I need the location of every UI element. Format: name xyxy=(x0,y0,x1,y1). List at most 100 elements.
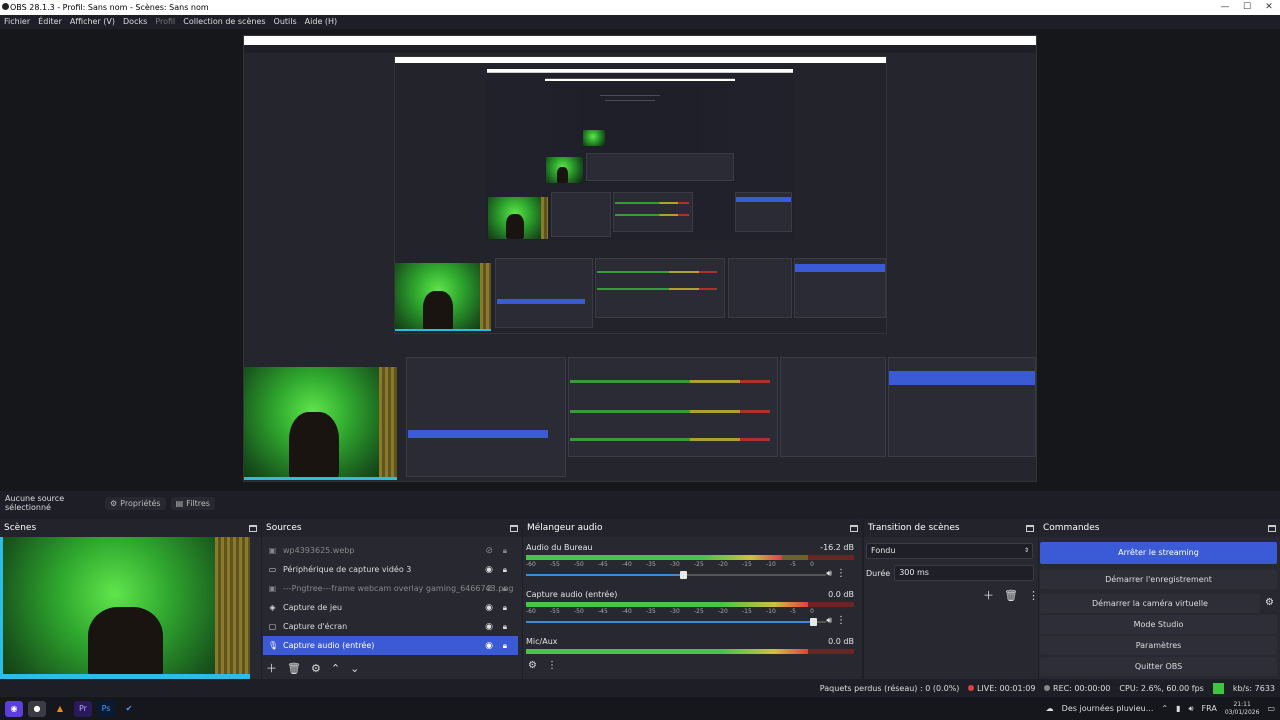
language-indicator[interactable]: FRA xyxy=(1202,704,1217,713)
menu-profil[interactable]: Profil xyxy=(151,15,179,29)
maximize-button[interactable]: ☐ xyxy=(1236,0,1258,15)
undock-icon[interactable] xyxy=(850,524,858,532)
meter-tick: -40 xyxy=(622,608,632,615)
meter-ticks: -60 -55 -50 -45 -40 -35 -30 -25 -20 -15 -10 -5 0 xyxy=(526,608,854,615)
level-meter xyxy=(526,649,854,654)
start-recording-button[interactable]: Démarrer l'enregistrement xyxy=(1040,570,1277,589)
lock-icon[interactable]: 🔒︎ xyxy=(503,603,507,613)
menu-fichier[interactable]: Fichier xyxy=(0,15,34,29)
move-down-icon[interactable]: ⌄ xyxy=(350,662,359,675)
notification-icon[interactable]: ▭ xyxy=(1267,704,1275,713)
battery-icon[interactable]: ▮ xyxy=(1176,704,1180,713)
source-item[interactable]: ▢ Capture d'écran ◉ 🔒︎ xyxy=(263,617,518,636)
move-up-icon[interactable]: ⌃ xyxy=(331,662,340,675)
menu-afficher[interactable]: Afficher (V) xyxy=(66,15,119,29)
menu-editer[interactable]: Éditer xyxy=(34,15,66,29)
eye-icon[interactable]: ◉ xyxy=(485,565,493,575)
eye-hidden-icon[interactable]: ⊘ xyxy=(485,546,493,556)
add-source-icon[interactable]: ＋ xyxy=(266,660,277,676)
source-label: Capture audio (entrée) xyxy=(283,641,375,650)
news-widget[interactable]: Des journées pluvieu... xyxy=(1062,704,1154,713)
lock-icon[interactable]: 🔒︎ xyxy=(503,641,507,651)
mixer-footer: ⚙ ⋮ xyxy=(528,660,557,671)
advanced-audio-icon[interactable]: ⚙ xyxy=(528,660,537,671)
transition-duration: Durée 300 ms xyxy=(866,565,1035,581)
source-properties-icon[interactable]: ⚙ xyxy=(311,662,321,675)
mixer-menu-icon[interactable]: ⋮ xyxy=(547,660,557,671)
properties-button[interactable]: ⚙ Propriétés xyxy=(105,496,166,510)
live-icon xyxy=(968,684,975,691)
minimize-button[interactable]: — xyxy=(1214,0,1236,15)
level-meter xyxy=(526,555,854,560)
transition-menu-icon[interactable]: ⋮ xyxy=(1028,589,1039,602)
scene-thumbnail[interactable] xyxy=(0,537,250,679)
transition-select[interactable]: Fondu ⇕ xyxy=(866,543,1033,559)
undock-icon[interactable] xyxy=(249,524,257,532)
volume-knob[interactable] xyxy=(679,571,687,579)
source-item-selected[interactable]: 🎙︎ Capture audio (entrée) ◉ 🔒︎ xyxy=(263,636,518,655)
menu-aide[interactable]: Aide (H) xyxy=(301,15,342,29)
volume-slider[interactable] xyxy=(526,571,826,579)
filters-label: Filtres xyxy=(186,498,210,508)
settings-button[interactable]: Paramètres xyxy=(1040,636,1277,655)
duration-input[interactable]: 300 ms xyxy=(894,565,1035,581)
dropped-frames: Paquets perdus (réseau) : 0 (0.0%) xyxy=(819,683,960,693)
photoshop-icon[interactable]: Ps xyxy=(97,700,115,717)
lock-icon[interactable]: 🔒︎ xyxy=(503,565,507,575)
meter-tick: 0 xyxy=(810,561,814,568)
eye-icon[interactable]: ◉ xyxy=(485,641,493,651)
meter-tick: -55 xyxy=(550,561,560,568)
add-transition-icon[interactable]: ＋ xyxy=(983,587,994,603)
virtual-camera-settings-icon[interactable]: ⚙ xyxy=(1265,597,1274,608)
source-item[interactable]: ▣ ---Pngtree---frame webcam overlay gami… xyxy=(263,579,518,598)
volume-icon[interactable]: 🔊︎ xyxy=(1188,704,1193,714)
undock-icon[interactable] xyxy=(510,524,518,532)
meter-tick: -5 xyxy=(790,561,796,568)
obs-taskbar-icon[interactable]: ● xyxy=(28,700,46,717)
menu-bar: Fichier Éditer Afficher (V) Docks Profil… xyxy=(0,15,1280,29)
meter-tick: -20 xyxy=(718,561,728,568)
speaker-icon[interactable]: 🔊︎ xyxy=(826,569,832,579)
app-icon[interactable]: ✔ xyxy=(120,701,138,717)
source-item[interactable]: ▣ wp4393625.webp ⊘ 🔒︎ xyxy=(263,541,518,560)
clock[interactable]: 21:11 03/01/2026 xyxy=(1225,701,1260,717)
more-options-icon[interactable]: ⋮ xyxy=(836,568,846,579)
eye-icon[interactable]: ◉ xyxy=(485,603,493,613)
studio-mode-button[interactable]: Mode Studio xyxy=(1040,615,1277,634)
remove-source-icon[interactable]: 🗑︎ xyxy=(287,662,301,675)
channel-db: -16.2 dB xyxy=(820,543,854,552)
exit-button[interactable]: Quitter OBS xyxy=(1040,657,1277,676)
menu-collection[interactable]: Collection de scènes xyxy=(179,15,269,29)
vlc-icon[interactable]: ▲ xyxy=(51,701,69,717)
stop-streaming-button[interactable]: Arrêter le streaming xyxy=(1040,542,1277,564)
tray-arrow-icon[interactable]: ⌃ xyxy=(1161,704,1168,713)
eye-icon[interactable]: ◉ xyxy=(485,622,493,632)
remove-transition-icon[interactable]: 🗑︎ xyxy=(1004,589,1018,602)
premiere-icon[interactable]: Pr xyxy=(74,700,92,717)
meter-tick: -10 xyxy=(766,608,776,615)
speaker-icon[interactable]: 🔊︎ xyxy=(826,616,832,626)
channel-name: Capture audio (entrée) xyxy=(526,590,618,599)
window-controls: — ☐ ✕ xyxy=(1214,0,1280,15)
meter-tick: -10 xyxy=(766,561,776,568)
source-item[interactable]: ▭ Périphérique de capture vidéo 3 ◉ 🔒︎ xyxy=(263,560,518,579)
volume-knob[interactable] xyxy=(810,618,818,626)
menu-docks[interactable]: Docks xyxy=(119,15,151,29)
lock-icon[interactable]: 🔒︎ xyxy=(503,584,507,594)
source-item[interactable]: ◈ Capture de jeu ◉ 🔒︎ xyxy=(263,598,518,617)
level-meter-fill xyxy=(526,649,809,654)
close-button[interactable]: ✕ xyxy=(1258,0,1280,15)
more-options-icon[interactable]: ⋮ xyxy=(836,615,846,626)
meter-tick: -5 xyxy=(790,608,796,615)
menu-outils[interactable]: Outils xyxy=(270,15,301,29)
undock-icon[interactable] xyxy=(1026,524,1034,532)
lock-icon[interactable]: 🔒︎ xyxy=(503,622,507,632)
browser-icon[interactable]: ◉ xyxy=(5,700,23,717)
start-virtual-camera-button[interactable]: Démarrer la caméra virtuelle xyxy=(1040,594,1260,613)
camera-icon: ▭ xyxy=(268,565,277,574)
undock-icon[interactable] xyxy=(1268,524,1276,532)
eye-hidden-icon[interactable]: ⊘ xyxy=(485,584,493,594)
filters-button[interactable]: ▤ Filtres xyxy=(170,496,215,510)
lock-icon[interactable]: 🔒︎ xyxy=(503,546,507,556)
volume-slider[interactable] xyxy=(526,618,826,626)
